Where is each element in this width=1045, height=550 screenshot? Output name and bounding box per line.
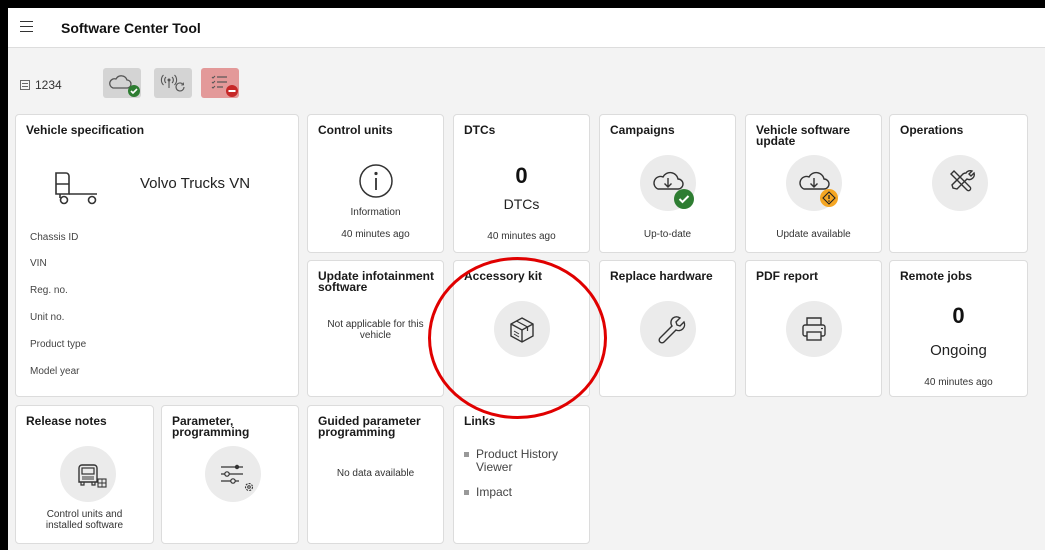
accessory-kit-card[interactable]: Accessory kit (453, 260, 590, 397)
dtcs-count: 0 (515, 163, 528, 188)
spec-field-chassis-id: Chassis ID (30, 232, 79, 243)
campaigns-card[interactable]: Campaigns Up-to-date (599, 114, 736, 253)
truck-icon (55, 172, 97, 205)
status-bar: 1234 (8, 49, 1045, 107)
spec-field-model-year: Model year (30, 366, 80, 377)
operations-icon-circle (932, 155, 988, 211)
spec-field-reg-no: Reg. no. (30, 285, 68, 296)
guided-parameter-programming-title: Guided parameter programming (318, 414, 421, 439)
pdf-report-card[interactable]: PDF report (745, 260, 882, 397)
dtcs-title: DTCs (464, 123, 496, 137)
replace-hardware-icon-circle (640, 301, 696, 357)
control-units-time: 40 minutes ago (341, 229, 410, 240)
links-card: Links Product History Viewer Impact (453, 405, 590, 544)
vehicle-specification-title: Vehicle specification (26, 123, 145, 137)
release-notes-card[interactable]: Release notes Control units and installe… (15, 405, 154, 544)
app-window: Software Center Tool 1234 Vehicle specif… (8, 8, 1045, 550)
success-badge (674, 189, 694, 209)
signal-icon (160, 74, 185, 92)
update-infotainment-status: Not applicable for this vehicle (327, 319, 424, 341)
warning-badge (820, 189, 838, 207)
spec-field-unit-no: Unit no. (30, 312, 65, 323)
pdf-report-icon-circle (786, 301, 842, 357)
remote-jobs-title: Remote jobs (900, 269, 973, 283)
sliders-icon (221, 464, 254, 492)
chassis-icon (20, 80, 30, 90)
campaigns-title: Campaigns (610, 123, 675, 137)
control-units-card[interactable]: Control units Information 40 minutes ago (307, 114, 444, 253)
parameter-programming-card[interactable]: Parameter, programming (161, 405, 299, 544)
parameter-programming-icon-circle (205, 446, 261, 502)
package-icon (510, 317, 534, 343)
remote-jobs-state: Ongoing (930, 342, 987, 359)
guided-parameter-status: No data available (336, 468, 415, 479)
vehicle-software-update-card[interactable]: Vehicle software update Update available (745, 114, 882, 253)
campaigns-icon-circle (640, 155, 696, 211)
dtcs-card[interactable]: DTCs 0 DTCs 40 minutes ago (453, 114, 590, 253)
update-infotainment-card[interactable]: Update infotainment software Not applica… (307, 260, 444, 397)
operations-title: Operations (900, 123, 964, 137)
truck-front-icon (78, 464, 107, 488)
wrench-icon (658, 316, 686, 344)
control-units-title: Control units (318, 123, 393, 137)
link-product-history-viewer[interactable]: Product History Viewer (464, 448, 558, 474)
vehicle-software-update-title: Vehicle software update (756, 123, 851, 148)
pdf-report-title: PDF report (756, 269, 819, 283)
menu-icon[interactable] (20, 21, 33, 32)
app-title: Software Center Tool (61, 20, 201, 36)
spec-field-vin: VIN (30, 258, 47, 269)
cloud-icon (109, 75, 140, 97)
chassis-number-text: 1234 (35, 78, 62, 92)
replace-hardware-title: Replace hardware (610, 269, 713, 283)
vehicle-specification-card[interactable]: Vehicle specification Volvo Trucks VN Ch… (15, 114, 299, 397)
spec-field-product-type: Product type (30, 339, 87, 350)
printer-icon (802, 317, 826, 341)
release-notes-title: Release notes (26, 414, 107, 428)
checklist-icon (211, 75, 238, 97)
wireless-connection-button[interactable] (154, 68, 192, 98)
cloud-connection-button[interactable] (103, 68, 141, 98)
guided-parameter-programming-card[interactable]: Guided parameter programming No data ava… (307, 405, 444, 544)
accessory-kit-title: Accessory kit (464, 269, 543, 283)
tools-icon (950, 169, 975, 192)
remote-jobs-time: 40 minutes ago (924, 377, 993, 388)
checklist-status-button[interactable] (201, 68, 239, 98)
replace-hardware-card[interactable]: Replace hardware (599, 260, 736, 397)
remote-jobs-count: 0 (952, 303, 965, 328)
remote-jobs-card[interactable]: Remote jobs 0 Ongoing 40 minutes ago (889, 260, 1028, 397)
operations-card[interactable]: Operations (889, 114, 1028, 253)
links-title: Links (464, 414, 496, 428)
vehicle-software-update-icon-circle (786, 155, 842, 211)
campaigns-status: Up-to-date (643, 229, 692, 240)
parameter-programming-title: Parameter, programming (172, 414, 250, 439)
dtcs-time: 40 minutes ago (487, 231, 556, 242)
release-notes-icon-circle (60, 446, 116, 502)
vehicle-software-update-status: Update available (776, 229, 851, 240)
info-icon (359, 164, 393, 198)
link-impact[interactable]: Impact (464, 486, 512, 499)
chassis-number: 1234 (20, 78, 62, 92)
top-bar: Software Center Tool (8, 8, 1045, 48)
accessory-kit-icon-circle (494, 301, 550, 357)
update-infotainment-title: Update infotainment software (318, 269, 434, 294)
control-units-status: Information (350, 207, 401, 218)
vehicle-name: Volvo Trucks VN (140, 175, 251, 192)
dtcs-unit: DTCs (503, 196, 540, 212)
release-notes-caption: Control units and installed software (45, 509, 124, 531)
